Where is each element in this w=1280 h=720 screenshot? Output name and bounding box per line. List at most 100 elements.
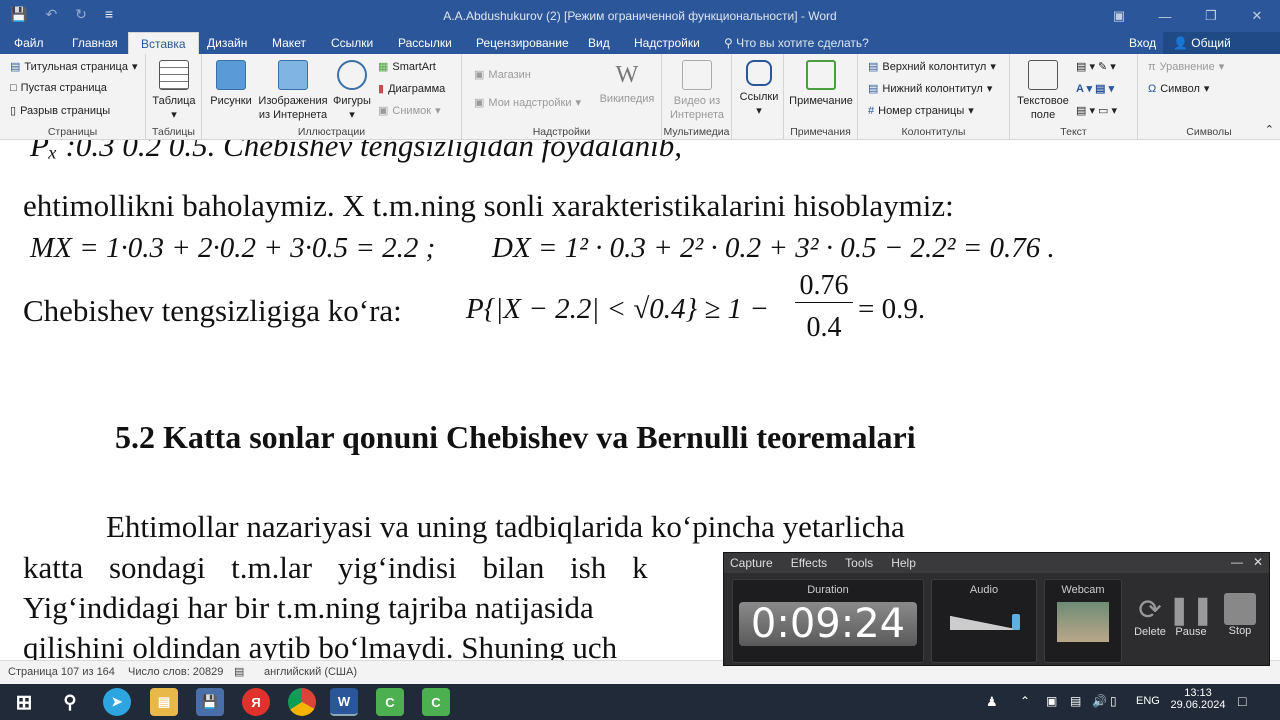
recorder-minimize-icon[interactable]: —	[1231, 555, 1243, 569]
comment-button[interactable]: Примечание	[786, 58, 856, 108]
share-button[interactable]: 👤 Общий доступ	[1163, 32, 1280, 64]
audio-slider-handle[interactable]	[1012, 614, 1020, 630]
tab-mailings[interactable]: Рассылки	[398, 36, 452, 50]
dropcap-icon[interactable]: ▤ ▾ ▭ ▾	[1076, 104, 1117, 117]
header-button[interactable]: ▤ Верхний колонтитул ▾	[868, 60, 996, 74]
group-pages: ▤ Титульная страница ▾ □ Пустая страница ▯…	[0, 54, 146, 140]
recorder-menu-capture[interactable]: Capture	[730, 556, 773, 570]
word-icon[interactable]: W	[330, 688, 358, 716]
notifications-icon[interactable]: □	[1238, 693, 1246, 709]
footer-button[interactable]: ▤ Нижний колонтитул ▾	[868, 82, 992, 96]
recorder-pause-button[interactable]: ❚❚ Pause	[1167, 593, 1215, 638]
chart-button[interactable]: ▮ Диаграмма	[378, 82, 445, 96]
duration-label: Duration	[807, 584, 849, 596]
textbox-icon	[1028, 60, 1058, 90]
links-button[interactable]: Ссылки ▾	[736, 58, 782, 118]
blank-page-icon: □	[10, 82, 17, 94]
file-explorer-icon[interactable]: ▤	[150, 688, 178, 716]
webcam-preview[interactable]	[1057, 602, 1109, 642]
tab-view[interactable]: Вид	[588, 36, 610, 50]
textbox-button[interactable]: Текстовое поле	[1014, 58, 1072, 122]
status-page-count[interactable]: Страница 107 из 164	[8, 666, 115, 678]
screenshot-button[interactable]: ▣ Снимок ▾	[378, 104, 441, 118]
group-label: Текст	[1060, 126, 1087, 138]
telegram-icon[interactable]: ➤	[103, 688, 131, 716]
screenshot-icon: ▣	[378, 105, 389, 117]
chrome-icon[interactable]	[288, 688, 316, 716]
recorder-stop-button[interactable]: Stop	[1216, 593, 1264, 637]
minimize-icon[interactable]: —	[1142, 0, 1188, 32]
equation-icon: π	[1148, 60, 1156, 73]
online-pictures-button[interactable]: Изображения из Интернета	[256, 58, 330, 122]
screenshot-label: Снимок	[392, 104, 432, 117]
title-page-button[interactable]: ▤ Титульная страница ▾	[10, 60, 138, 74]
equation-button[interactable]: π Уравнение ▾	[1148, 60, 1224, 74]
status-word-count[interactable]: Число слов: 20829	[128, 666, 223, 678]
recorder-close-icon[interactable]: ✕	[1253, 555, 1263, 569]
status-language[interactable]: английский (США)	[264, 666, 357, 678]
doc-line-3-text: Chebishev tengsizligiga ko‘ra:	[23, 293, 402, 328]
group-label: Символы	[1186, 126, 1232, 138]
recorder-menu-help[interactable]: Help	[891, 556, 916, 570]
sign-in-link[interactable]: Вход	[1129, 36, 1156, 50]
tab-layout[interactable]: Макет	[272, 36, 306, 50]
tab-references[interactable]: Ссылки	[331, 36, 373, 50]
tray-chevron-icon[interactable]: ⌃	[1020, 694, 1030, 708]
clock[interactable]: 13:13 29.06.2024	[1170, 687, 1226, 711]
network-icon[interactable]: ▤	[1070, 694, 1081, 708]
symbol-button[interactable]: Ω Символ ▾	[1148, 82, 1209, 96]
footer-label: Нижний колонтитул	[882, 82, 983, 95]
fraction-numerator: 0.76	[795, 270, 853, 303]
smartart-button[interactable]: ▦ SmartArt	[378, 60, 436, 74]
stop-icon	[1224, 593, 1256, 625]
header-icon: ▤	[868, 61, 879, 73]
fraction-denominator: 0.4	[806, 312, 842, 343]
table-button[interactable]: Таблица ▾	[151, 58, 197, 122]
online-video-button[interactable]: Видео из Интернета	[666, 58, 728, 122]
quick-parts-icon[interactable]: ▤ ▾ ✎ ▾	[1076, 60, 1116, 73]
volume-icon[interactable]: 🔊	[1092, 694, 1107, 708]
recorder-menu-tools[interactable]: Tools	[845, 556, 873, 570]
save-app-icon[interactable]: 💾	[196, 688, 224, 716]
close-icon[interactable]: ✕	[1234, 0, 1280, 32]
pictures-button[interactable]: Рисунки	[206, 58, 256, 108]
search-icon[interactable]: ⚲	[56, 688, 84, 716]
store-button[interactable]: ▣ Магазин	[474, 68, 531, 82]
online-pictures-label-2: из Интернета	[258, 109, 328, 121]
tray-app-icon[interactable]: ▣	[1046, 694, 1057, 708]
shapes-icon	[337, 60, 367, 90]
maximize-icon[interactable]: ❐	[1188, 0, 1234, 32]
windows-start-icon[interactable]: ⊞	[10, 688, 38, 716]
collapse-ribbon-icon[interactable]: ⌃	[1265, 123, 1274, 136]
battery-icon[interactable]: ▯	[1110, 694, 1117, 708]
blank-page-button[interactable]: □ Пустая страница	[10, 82, 107, 94]
audio-panel: Audio	[931, 579, 1037, 663]
wikipedia-label: Википедия	[599, 93, 655, 105]
page-number-button[interactable]: # Номер страницы ▾	[868, 104, 974, 118]
camtasia-recorder-icon[interactable]: C	[422, 688, 450, 716]
tab-design[interactable]: Дизайн	[207, 36, 247, 50]
proofing-icon[interactable]: ▤	[234, 665, 244, 678]
people-icon[interactable]: ♟	[986, 694, 998, 710]
audio-level-slider[interactable]	[950, 616, 1020, 630]
smartart-label: SmartArt	[392, 60, 436, 73]
page-break-button[interactable]: ▯ Разрыв страницы	[10, 104, 110, 118]
input-language[interactable]: ENG	[1136, 695, 1160, 707]
online-video-icon	[682, 60, 712, 90]
wordart-icon[interactable]: A ▾ ▤ ▾	[1076, 82, 1114, 95]
recorder-menu-effects[interactable]: Effects	[791, 556, 827, 570]
wikipedia-button[interactable]: W Википедия	[594, 58, 660, 106]
yandex-browser-icon[interactable]: Я	[242, 688, 270, 716]
tab-addins[interactable]: Надстройки	[634, 36, 700, 50]
camtasia-icon[interactable]: C	[376, 688, 404, 716]
tab-home[interactable]: Главная	[72, 36, 118, 50]
pictures-icon	[216, 60, 246, 90]
tab-file[interactable]: Файл	[14, 36, 44, 50]
my-addins-button[interactable]: ▣ Мои надстройки ▾	[474, 96, 581, 110]
ribbon-display-icon[interactable]: ▣	[1096, 0, 1142, 32]
tell-me-box[interactable]: ⚲ Что вы хотите сделать?	[724, 36, 869, 50]
shapes-button[interactable]: Фигуры ▾	[330, 58, 374, 122]
tab-review[interactable]: Рецензирование	[476, 36, 569, 50]
tab-insert[interactable]: Вставка	[128, 32, 199, 54]
group-label: Колонтитулы	[901, 126, 966, 138]
